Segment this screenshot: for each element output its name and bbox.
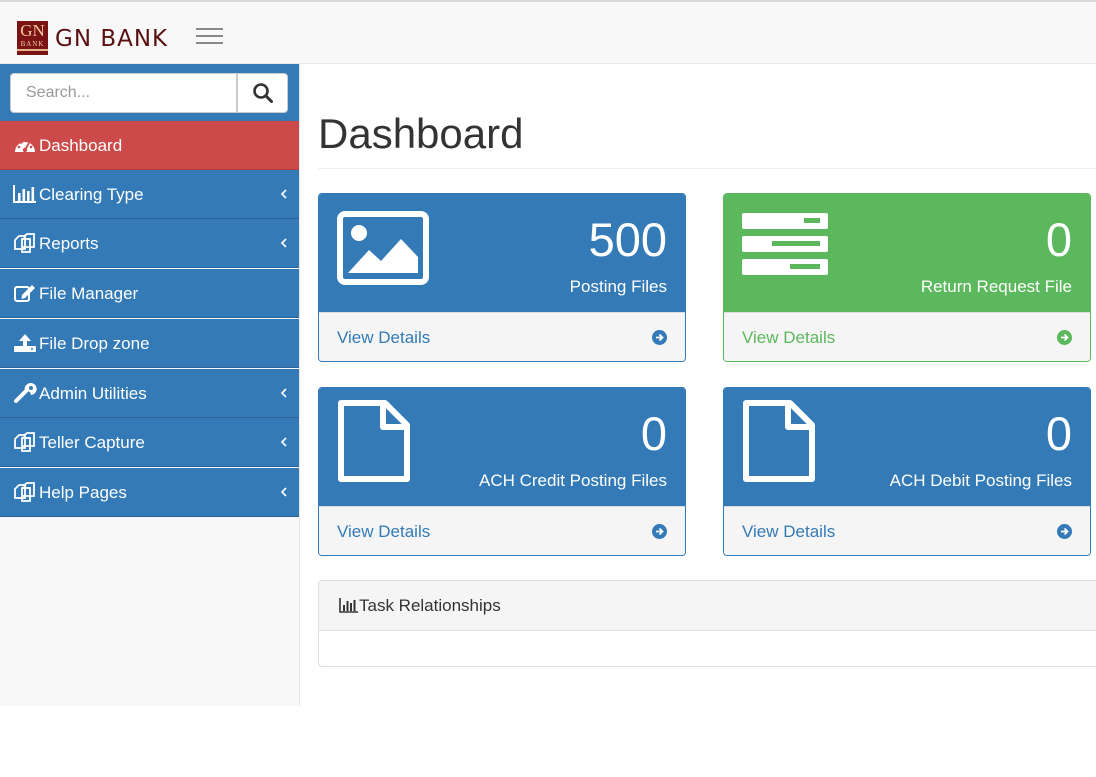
panel-caption: ACH Credit Posting Files (478, 471, 667, 490)
sidebar-item-label: Admin Utilities (39, 384, 147, 403)
panel-heading: Task Relationships (319, 581, 1096, 631)
chevron-left-icon (280, 487, 287, 497)
chevron-left-icon (280, 238, 287, 248)
arrow-circle-right-icon (652, 524, 667, 539)
sidebar-item-dashboard[interactable]: Dashboard (0, 121, 299, 170)
dashboard-icon (15, 139, 35, 153)
view-details-link[interactable]: View Details (319, 312, 685, 361)
panel-heading: 0 ACH Credit Posting Files (319, 388, 685, 506)
bar-chart-icon (13, 185, 36, 203)
sidebar-item-admin-utilities[interactable]: Admin Utilities (0, 369, 299, 418)
sidebar-item-file-drop-zone[interactable]: File Drop zone (0, 319, 299, 368)
files-icon (14, 233, 35, 253)
sidebar-item-label: Help Pages (39, 483, 127, 502)
sidebar-item-help-pages[interactable]: Help Pages (0, 468, 299, 517)
view-details-label: View Details (742, 328, 836, 347)
posting-files-panel: 500 Posting Files View Details (318, 193, 686, 362)
logo-underline (17, 49, 48, 51)
logo-subtext: BANK (20, 40, 45, 48)
search-button[interactable] (237, 73, 288, 113)
chevron-left-icon (280, 189, 287, 199)
panel-heading: 0 Return Request File (724, 194, 1090, 312)
task-relationships-panel: Task Relationships (318, 580, 1096, 667)
view-details-link[interactable]: View Details (319, 506, 685, 555)
arrow-circle-right-icon (1057, 524, 1072, 539)
server-icon (742, 213, 828, 275)
view-details-link[interactable]: View Details (724, 312, 1090, 361)
sidebar-search (0, 64, 299, 121)
title-divider (318, 168, 1096, 169)
panel-count: 0 (640, 407, 667, 460)
file-icon (338, 400, 410, 482)
sidebar: Dashboard Clearing Type Reports File Man… (0, 64, 300, 706)
ach-debit-panel: 0 ACH Debit Posting Files View Details (723, 387, 1091, 556)
panel-count: 0 (1045, 407, 1072, 460)
sidebar-item-file-manager[interactable]: File Manager (0, 269, 299, 318)
sidebar-item-label: Clearing Type (39, 185, 144, 204)
logo-text: GN (20, 21, 45, 40)
top-navbar: GN BANK GN BANK (0, 2, 1096, 64)
view-details-label: View Details (337, 522, 431, 541)
bank-logo[interactable]: GN BANK (17, 21, 48, 55)
search-icon (253, 83, 273, 103)
page-title: Dashboard (318, 110, 524, 157)
chevron-left-icon (280, 437, 287, 447)
edit-icon (14, 285, 35, 302)
upload-icon (14, 334, 36, 352)
search-input[interactable] (10, 73, 237, 113)
bar-chart-icon (339, 598, 358, 613)
file-icon (743, 400, 815, 482)
ach-credit-panel: 0 ACH Credit Posting Files View Details (318, 387, 686, 556)
chevron-left-icon (280, 388, 287, 398)
sidebar-item-label: File Manager (39, 284, 139, 303)
files-icon (14, 432, 35, 452)
menu-toggle-icon[interactable] (196, 26, 223, 46)
image-icon (337, 211, 429, 285)
return-request-panel: 0 Return Request File View Details (723, 193, 1091, 362)
wrench-icon (14, 383, 37, 403)
arrow-circle-right-icon (652, 330, 667, 345)
sidebar-item-label: Teller Capture (39, 433, 145, 452)
files-icon (14, 482, 35, 502)
arrow-circle-right-icon (1057, 330, 1072, 345)
panel-caption: ACH Debit Posting Files (889, 471, 1072, 490)
sidebar-item-clearing-type[interactable]: Clearing Type (0, 170, 299, 219)
panel-heading: 0 ACH Debit Posting Files (724, 388, 1090, 506)
brand-name[interactable]: GN BANK (55, 26, 168, 52)
view-details-label: View Details (337, 328, 431, 347)
sidebar-item-label: Dashboard (39, 136, 123, 155)
panel-count: 500 (588, 213, 667, 266)
panel-count: 0 (1045, 213, 1072, 266)
sidebar-item-reports[interactable]: Reports (0, 219, 299, 268)
panel-caption: Posting Files (569, 277, 667, 296)
sidebar-item-teller-capture[interactable]: Teller Capture (0, 418, 299, 467)
view-details-link[interactable]: View Details (724, 506, 1090, 555)
panel-heading: 500 Posting Files (319, 194, 685, 312)
panel-title: Task Relationships (359, 596, 501, 615)
panel-caption: Return Request File (920, 277, 1072, 296)
view-details-label: View Details (742, 522, 836, 541)
sidebar-item-label: File Drop zone (39, 334, 150, 353)
sidebar-item-label: Reports (39, 234, 99, 253)
